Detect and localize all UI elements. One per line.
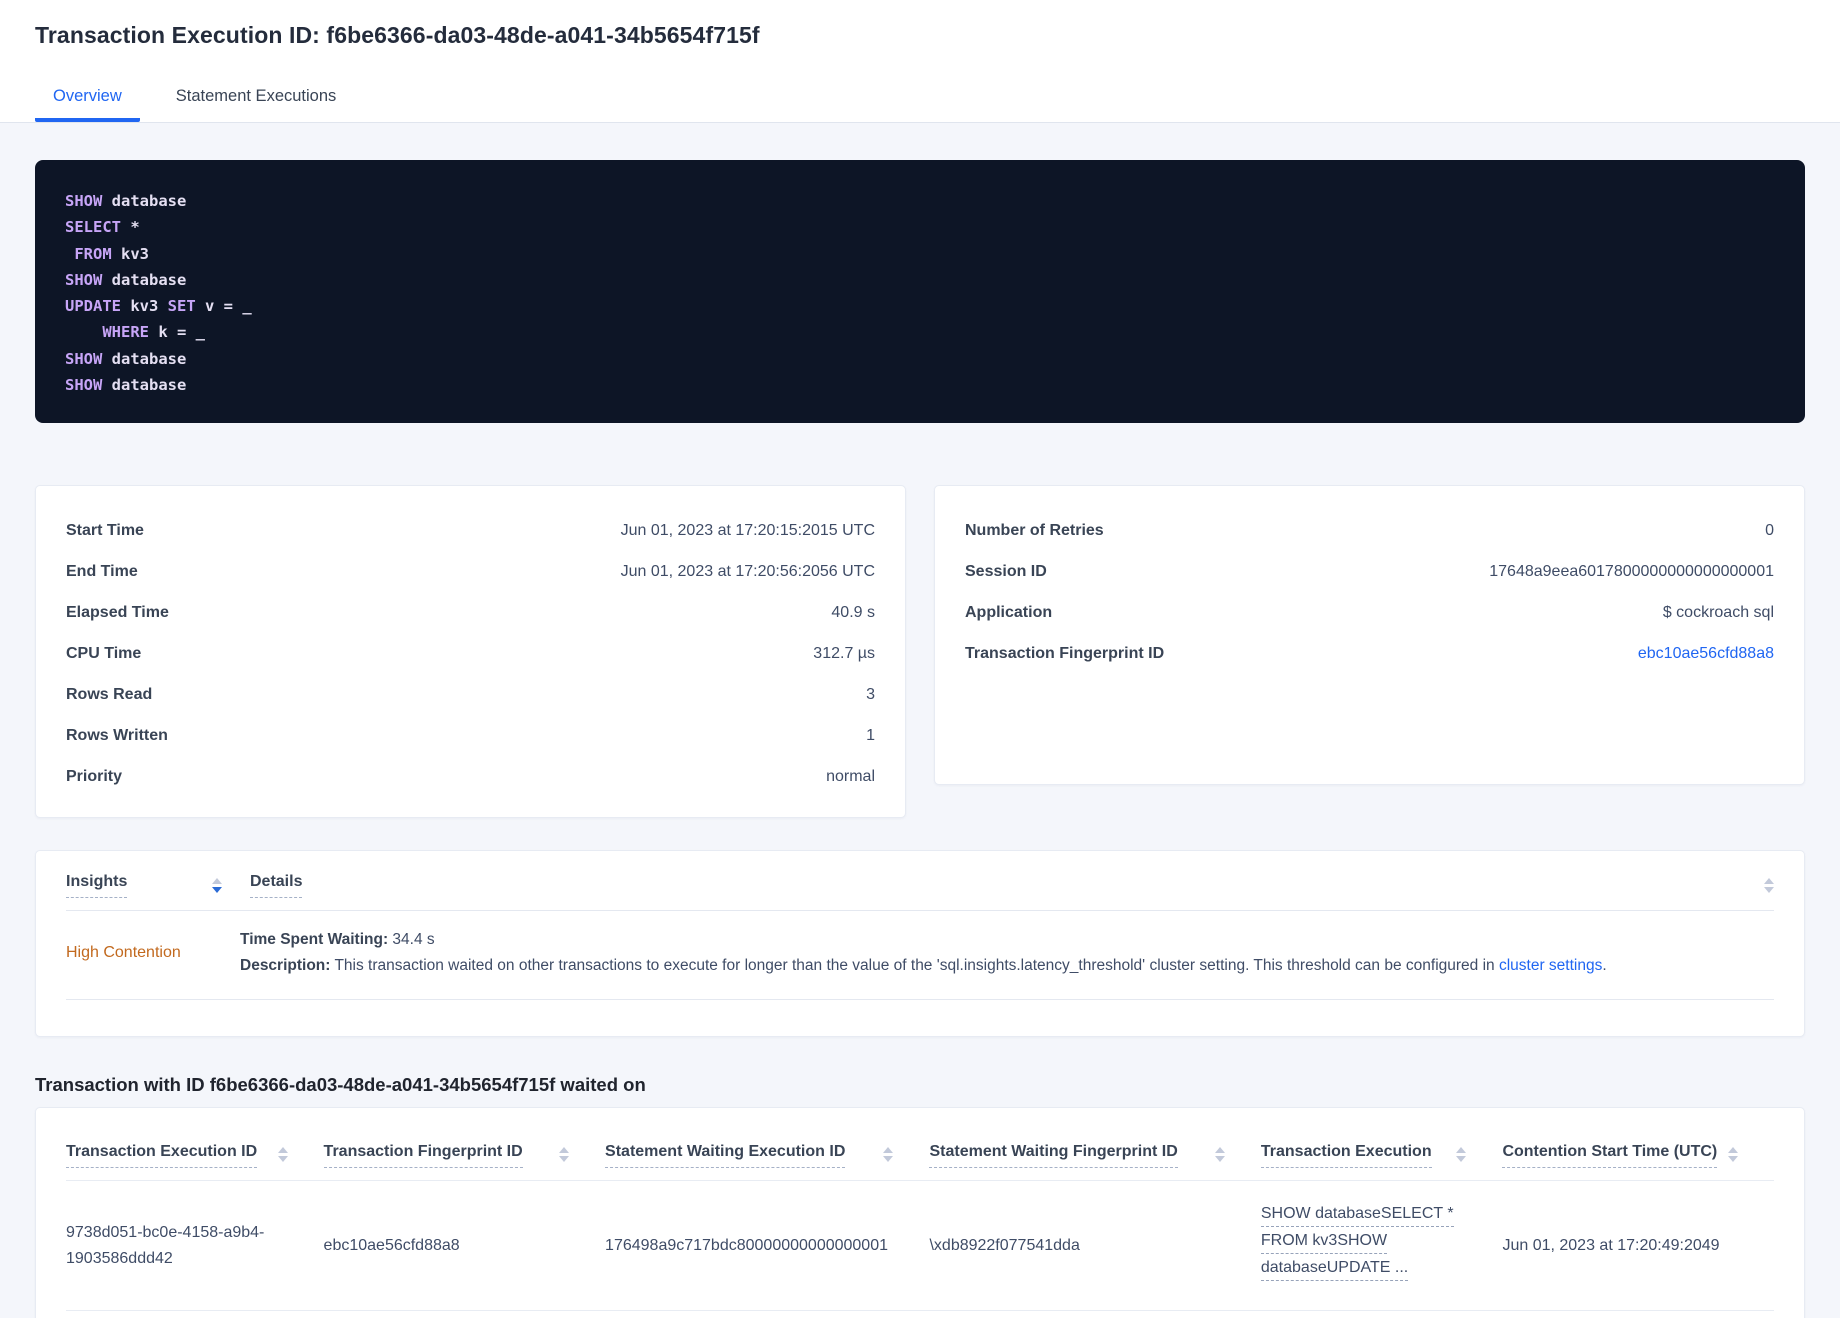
row-value: 1 bbox=[866, 726, 875, 744]
summary-row-retries: Number of Retries 0 bbox=[965, 510, 1774, 551]
summary-cards: Start Time Jun 01, 2023 at 17:20:15:2015… bbox=[35, 485, 1805, 818]
col-header-stmt-waiting-execution-id[interactable]: Statement Waiting Execution ID bbox=[605, 1143, 929, 1168]
col-header-contention-start-time[interactable]: Contention Start Time (UTC) bbox=[1502, 1143, 1774, 1168]
page-header: Transaction Execution ID: f6be6366-da03-… bbox=[0, 0, 1840, 123]
row-value: normal bbox=[826, 767, 875, 785]
sort-arrows-icon[interactable] bbox=[277, 1146, 288, 1162]
column-label: Transaction Fingerprint ID bbox=[323, 1143, 523, 1168]
sort-up-icon bbox=[1764, 878, 1774, 884]
row-label: End Time bbox=[66, 562, 138, 580]
row-label: Session ID bbox=[965, 562, 1047, 580]
insight-details: Time Spent Waiting: 34.4 s Description: … bbox=[240, 927, 1774, 979]
sort-arrows-icon[interactable] bbox=[212, 878, 222, 893]
col-header-txn-fingerprint-id[interactable]: Transaction Fingerprint ID bbox=[323, 1143, 606, 1168]
row-value: Jun 01, 2023 at 17:20:56:2056 UTC bbox=[620, 562, 875, 580]
cell-txn-fingerprint-id: ebc10ae56cfd88a8 bbox=[323, 1236, 460, 1254]
tab-statement-executions[interactable]: Statement Executions bbox=[158, 75, 355, 122]
sort-arrows-icon[interactable] bbox=[559, 1146, 570, 1162]
row-label: Start Time bbox=[66, 521, 144, 539]
session-summary-card: Number of Retries 0 Session ID 17648a9ee… bbox=[934, 485, 1805, 785]
insight-type-label: High Contention bbox=[66, 944, 181, 961]
summary-row-application: Application $ cockroach sql bbox=[965, 592, 1774, 633]
insights-card: Insights Details High Contention Time Sp… bbox=[35, 850, 1805, 1037]
insights-column-header[interactable]: Insights bbox=[66, 873, 212, 898]
summary-row-elapsed-time: Elapsed Time 40.9 s bbox=[66, 592, 875, 633]
column-label: Details bbox=[250, 873, 303, 898]
row-label: CPU Time bbox=[66, 644, 142, 662]
row-label: Rows Read bbox=[66, 685, 153, 703]
table-row: 9738d051-bc0e-4158-a9b4-1903586ddd42 ebc… bbox=[66, 1181, 1774, 1311]
summary-row-cpu-time: CPU Time 312.7 µs bbox=[66, 633, 875, 674]
page-content: SHOW database SELECT * FROM kv3 SHOW dat… bbox=[0, 160, 1840, 1318]
sort-up-icon bbox=[212, 878, 222, 884]
sql-line: SHOW database bbox=[65, 376, 187, 395]
row-value: 0 bbox=[1765, 521, 1774, 539]
sort-arrows-icon[interactable] bbox=[883, 1146, 894, 1162]
summary-row-start-time: Start Time Jun 01, 2023 at 17:20:15:2015… bbox=[66, 510, 875, 551]
insights-table-header: Insights Details bbox=[66, 873, 1774, 911]
sql-line: SHOW database bbox=[65, 192, 187, 210]
page-title: Transaction Execution ID: f6be6366-da03-… bbox=[35, 22, 760, 48]
summary-row-rows-written: Rows Written 1 bbox=[66, 715, 875, 756]
summary-row-priority: Priority normal bbox=[66, 756, 875, 797]
summary-row-rows-read: Rows Read 3 bbox=[66, 674, 875, 715]
cell-stmt-waiting-execution-id: 176498a9c717bdc80000000000000001 bbox=[605, 1236, 888, 1254]
cell-txn-execution-id: 9738d051-bc0e-4158-a9b4-1903586ddd42 bbox=[66, 1223, 265, 1267]
sql-line: SHOW database bbox=[65, 349, 187, 368]
row-label: Elapsed Time bbox=[66, 603, 169, 621]
cell-contention-start-time: Jun 01, 2023 at 17:20:49:2049 bbox=[1502, 1236, 1720, 1254]
row-label: Application bbox=[965, 603, 1053, 621]
transaction-fingerprint-link[interactable]: ebc10ae56cfd88a8 bbox=[1638, 645, 1774, 663]
column-label: Transaction Execution ID bbox=[66, 1143, 258, 1168]
col-header-txn-execution-id[interactable]: Transaction Execution ID bbox=[66, 1143, 324, 1168]
sql-line: FROM kv3 bbox=[74, 244, 149, 263]
sql-statements-box: SHOW database SELECT * FROM kv3 SHOW dat… bbox=[35, 160, 1805, 423]
sort-arrows-icon[interactable] bbox=[1456, 1146, 1467, 1162]
transaction-details-page: { "header": { "title": "Transaction Exec… bbox=[0, 0, 1840, 1318]
insight-description: Description: This transaction waited on … bbox=[240, 957, 1607, 974]
column-label: Contention Start Time (UTC) bbox=[1502, 1143, 1718, 1168]
column-label: Transaction Execution bbox=[1260, 1143, 1432, 1168]
cell-txn-execution-link[interactable]: SHOW databaseSELECT * FROM kv3SHOW datab… bbox=[1260, 1205, 1503, 1286]
row-value: 3 bbox=[866, 685, 875, 703]
row-value: $ cockroach sql bbox=[1662, 603, 1774, 621]
row-value: 17648a9eea6017800000000000000001 bbox=[1489, 562, 1774, 580]
sort-down-icon bbox=[212, 887, 222, 893]
sort-arrows-icon[interactable] bbox=[1214, 1146, 1225, 1162]
col-header-txn-execution[interactable]: Transaction Execution bbox=[1260, 1143, 1503, 1168]
waited-on-table-card: Transaction Execution ID Transaction Fin… bbox=[35, 1107, 1805, 1318]
sql-line: SELECT * bbox=[65, 218, 140, 237]
timing-summary-card: Start Time Jun 01, 2023 at 17:20:15:2015… bbox=[35, 485, 906, 818]
details-column-header[interactable]: Details bbox=[250, 873, 1764, 898]
row-label: Transaction Fingerprint ID bbox=[965, 644, 1165, 662]
row-value: 40.9 s bbox=[831, 603, 875, 621]
row-label: Number of Retries bbox=[965, 521, 1104, 539]
tab-bar: Overview Statement Executions bbox=[35, 75, 1805, 122]
row-label: Rows Written bbox=[66, 726, 168, 744]
cluster-settings-link[interactable]: cluster settings bbox=[1499, 957, 1602, 974]
col-header-stmt-waiting-fingerprint-id[interactable]: Statement Waiting Fingerprint ID bbox=[929, 1143, 1260, 1168]
waited-on-table-header: Transaction Execution ID Transaction Fin… bbox=[66, 1108, 1774, 1181]
column-label: Statement Waiting Fingerprint ID bbox=[929, 1143, 1178, 1168]
sql-line: SHOW database bbox=[65, 270, 187, 289]
column-label: Insights bbox=[66, 873, 128, 898]
waited-on-heading: Transaction with ID f6be6366-da03-48de-a… bbox=[35, 1074, 646, 1095]
summary-row-txn-fingerprint: Transaction Fingerprint ID ebc10ae56cfd8… bbox=[965, 633, 1774, 674]
row-value: Jun 01, 2023 at 17:20:15:2015 UTC bbox=[620, 521, 875, 539]
cell-stmt-waiting-fingerprint-id: \xdb8922f077541dda bbox=[929, 1236, 1080, 1254]
sort-down-icon bbox=[1764, 887, 1774, 893]
row-value: 312.7 µs bbox=[813, 644, 875, 662]
summary-row-end-time: End Time Jun 01, 2023 at 17:20:56:2056 U… bbox=[66, 551, 875, 592]
sort-arrows-icon[interactable] bbox=[1727, 1146, 1738, 1162]
column-label: Statement Waiting Execution ID bbox=[605, 1143, 846, 1168]
sql-line: WHERE k = _ bbox=[102, 323, 205, 342]
time-spent-waiting: Time Spent Waiting: 34.4 s bbox=[240, 931, 435, 948]
summary-row-session-id: Session ID 17648a9eea6017800000000000000… bbox=[965, 551, 1774, 592]
insight-row: High Contention Time Spent Waiting: 34.4… bbox=[66, 911, 1774, 1000]
row-label: Priority bbox=[66, 767, 123, 785]
sql-line: UPDATE kv3 SET v = _ bbox=[65, 297, 252, 316]
tab-overview[interactable]: Overview bbox=[35, 75, 140, 122]
sort-arrows-icon[interactable] bbox=[1764, 878, 1774, 893]
